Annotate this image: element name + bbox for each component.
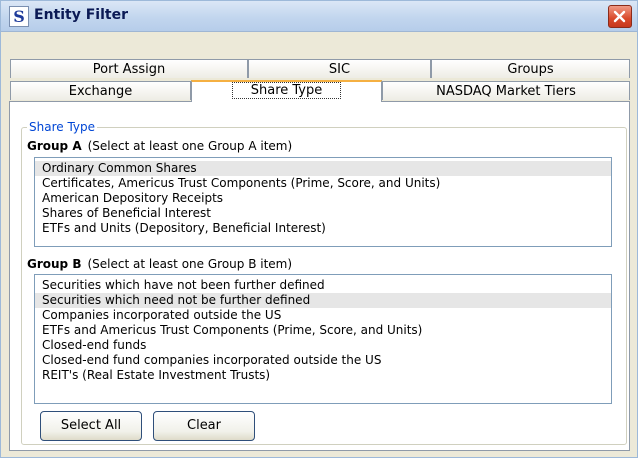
list-item[interactable]: Shares of Beneficial Interest xyxy=(35,206,611,221)
list-item[interactable]: Securities which need not be further def… xyxy=(35,293,611,308)
select-all-button[interactable]: Select All xyxy=(40,411,142,441)
tab-exchange[interactable]: Exchange xyxy=(10,81,191,100)
group-b-listbox[interactable]: Securities which have not been further d… xyxy=(34,274,612,404)
tab-port-assign[interactable]: Port Assign xyxy=(10,59,248,78)
groupbox-legend: Share Type xyxy=(27,120,98,134)
list-item[interactable]: ETFs and Units (Depository, Beneficial I… xyxy=(35,221,611,236)
app-s-icon: S xyxy=(9,6,29,27)
list-item[interactable]: Ordinary Common Shares xyxy=(35,161,611,176)
tab-sic[interactable]: SIC xyxy=(248,59,431,78)
group-a-listbox[interactable]: Ordinary Common Shares Certificates, Ame… xyxy=(34,157,612,247)
group-a-hint: (Select at least one Group A item) xyxy=(87,139,293,153)
group-b-hint: (Select at least one Group B item) xyxy=(87,257,293,271)
group-b-heading: Group B (Select at least one Group B item… xyxy=(27,257,292,271)
group-a-heading: Group A (Select at least one Group A item… xyxy=(27,139,292,153)
list-item[interactable]: Companies incorporated outside the US xyxy=(35,308,611,323)
group-b-name: Group B xyxy=(27,257,82,271)
tab-share-type[interactable]: Share Type xyxy=(191,80,382,102)
list-item[interactable]: REIT's (Real Estate Investment Trusts) xyxy=(35,368,611,383)
entity-filter-window: S Entity Filter Port Assign SIC Groups E… xyxy=(0,0,638,458)
tab-row-back: Port Assign SIC Groups xyxy=(10,59,630,79)
list-item[interactable]: Closed-end fund companies incorporated o… xyxy=(35,353,611,368)
tab-row-front: Exchange Share Type NASDAQ Market Tiers xyxy=(10,80,630,102)
list-item[interactable]: Closed-end funds xyxy=(35,338,611,353)
list-item[interactable]: ETFs and Americus Trust Components (Prim… xyxy=(35,323,611,338)
list-item[interactable]: American Depository Receipts xyxy=(35,191,611,206)
close-icon xyxy=(613,10,626,23)
list-item[interactable]: Securities which have not been further d… xyxy=(35,278,611,293)
group-a-name: Group A xyxy=(27,139,82,153)
clear-button[interactable]: Clear xyxy=(153,411,255,441)
title-bar[interactable]: S Entity Filter xyxy=(1,1,637,32)
tab-groups[interactable]: Groups xyxy=(431,59,630,78)
close-button[interactable] xyxy=(608,5,632,28)
list-item[interactable]: Certificates, Americus Trust Components … xyxy=(35,176,611,191)
window-title: Entity Filter xyxy=(34,7,128,23)
tab-nasdaq-market-tiers[interactable]: NASDAQ Market Tiers xyxy=(382,81,630,100)
tab-share-type-label: Share Type xyxy=(231,82,342,99)
